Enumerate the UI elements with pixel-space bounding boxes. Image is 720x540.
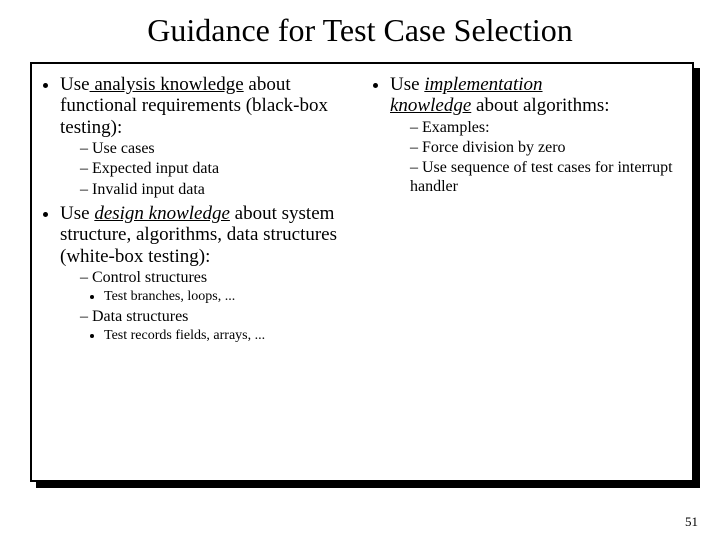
underline-italic: design knowledge	[94, 203, 230, 224]
underline: analysis knowledge	[90, 74, 244, 95]
subbullet: Force division by zero	[410, 139, 686, 157]
subsubbullet: Test branches, loops, ...	[104, 288, 356, 306]
subbullet: Use sequence of test cases for interrupt…	[410, 159, 686, 196]
page-title: Guidance for Test Case Selection	[0, 0, 720, 53]
content-panel: Use analysis knowledge about functional …	[30, 62, 694, 482]
left-column: Use analysis knowledge about functional …	[38, 74, 362, 470]
subbullet: Use cases	[80, 140, 356, 158]
content-panel-wrap: Use analysis knowledge about functional …	[30, 62, 694, 482]
text: Use	[60, 74, 90, 95]
subbullet: Expected input data	[80, 160, 356, 178]
bullet-design-knowledge: Use design knowledge about system struct…	[60, 203, 356, 345]
text: about algorithms:	[471, 95, 609, 116]
text: Use	[390, 74, 424, 95]
page-number: 51	[685, 514, 698, 530]
bullet-analysis-knowledge: Use analysis knowledge about functional …	[60, 74, 356, 199]
subbullet: Examples:	[410, 119, 686, 137]
subbullet: Invalid input data	[80, 181, 356, 199]
underline-italic: knowledge	[390, 95, 471, 116]
underline-italic: implementation	[424, 74, 542, 95]
right-column: Use implementation knowledge about algor…	[362, 74, 686, 470]
bullet-implementation-knowledge: Use implementation knowledge about algor…	[390, 74, 686, 196]
text: Use	[60, 203, 94, 224]
subbullet: Data structures Test records fields, arr…	[80, 308, 356, 345]
text: Data structures	[92, 308, 188, 325]
subbullet: Control structures Test branches, loops,…	[80, 269, 356, 306]
text: Control structures	[92, 269, 207, 286]
subsubbullet: Test records fields, arrays, ...	[104, 327, 356, 345]
